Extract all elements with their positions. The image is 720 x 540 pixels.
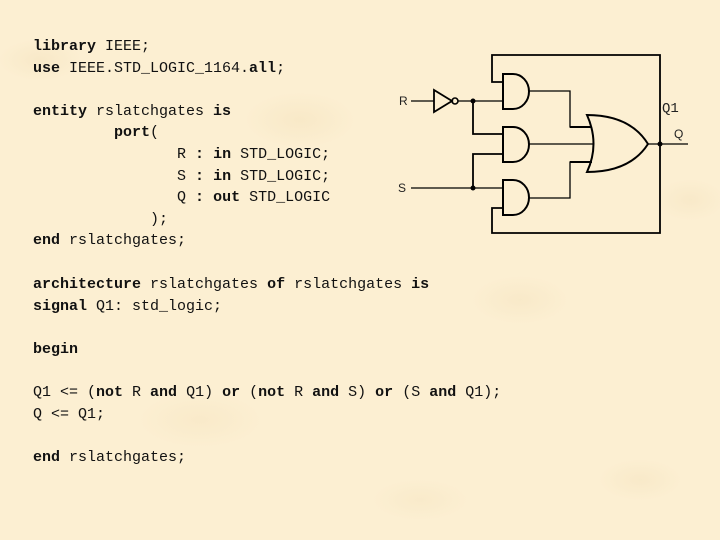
- wire-and-bottom-to-or: [529, 161, 592, 199]
- junction-dot-not-r: [470, 98, 476, 104]
- label-q: Q: [674, 127, 683, 141]
- label-r: R: [399, 94, 408, 108]
- label-q1: Q1: [662, 101, 679, 117]
- label-s: S: [398, 181, 406, 195]
- junction-dot-s: [470, 185, 476, 191]
- wire-feedback-top: [491, 54, 661, 144]
- inverter-gate: [433, 88, 454, 114]
- wire-s-to-middle-and: [472, 153, 503, 188]
- or-gate: [585, 113, 650, 174]
- rs-latch-circuit-diagram: R S Q1 Q: [398, 54, 688, 234]
- and-gate-top: [502, 73, 530, 110]
- and-gate-middle: [502, 126, 530, 163]
- junction-dot-q1: [657, 141, 663, 147]
- and-gate-bottom: [502, 179, 530, 216]
- wire-not-r-to-middle-and: [472, 101, 503, 135]
- wire-and-top-to-or: [529, 90, 592, 128]
